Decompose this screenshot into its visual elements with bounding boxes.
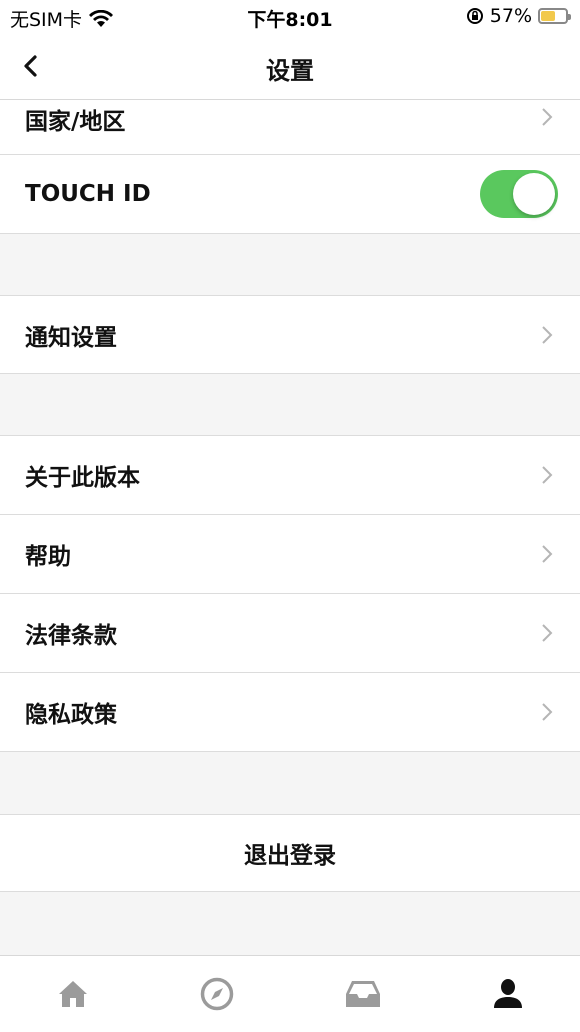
back-button[interactable] xyxy=(12,48,48,84)
chevron-left-icon xyxy=(24,55,37,77)
tab-inbox[interactable] xyxy=(343,974,383,1014)
tab-explore[interactable] xyxy=(197,974,237,1014)
settings-item-legal[interactable]: 法律条款 xyxy=(0,594,580,673)
logout-button[interactable]: 退出登录 xyxy=(0,814,580,892)
logout-label: 退出登录 xyxy=(244,843,336,869)
wifi-icon xyxy=(89,9,114,27)
section-spacer xyxy=(0,234,580,296)
status-bar: 无SIM卡 下午8:01 57% xyxy=(0,0,580,34)
settings-list: 国家/地区 TOUCH ID 通知设置 关于此版本 帮助 法律条款 隐私政策 退… xyxy=(0,100,580,892)
settings-item-help[interactable]: 帮助 xyxy=(0,515,580,594)
settings-item-about[interactable]: 关于此版本 xyxy=(0,436,580,515)
settings-item-privacy[interactable]: 隐私政策 xyxy=(0,673,580,752)
chevron-right-icon xyxy=(542,325,553,344)
chevron-right-icon xyxy=(542,703,553,721)
compass-icon xyxy=(200,977,234,1011)
navigation-bar: 设置 xyxy=(0,34,580,100)
settings-item-touch-id: TOUCH ID xyxy=(0,155,580,234)
profile-icon xyxy=(494,979,522,1008)
tab-home[interactable] xyxy=(53,974,93,1014)
settings-item-label: 帮助 xyxy=(25,544,71,570)
settings-item-label: 国家/地区 xyxy=(25,109,126,135)
settings-item-notifications[interactable]: 通知设置 xyxy=(0,296,580,374)
chevron-right-icon xyxy=(542,545,553,563)
section-spacer xyxy=(0,374,580,436)
status-right: 57% xyxy=(466,5,571,27)
page-title: 设置 xyxy=(266,57,314,85)
home-icon xyxy=(59,981,87,1007)
settings-item-label: 隐私政策 xyxy=(25,702,117,728)
settings-item-country[interactable]: 国家/地区 xyxy=(0,100,580,155)
settings-item-label: 关于此版本 xyxy=(25,465,140,491)
battery-icon xyxy=(538,8,571,24)
tab-profile[interactable] xyxy=(488,974,528,1014)
touch-id-toggle[interactable] xyxy=(480,170,558,218)
battery-percent: 57% xyxy=(489,5,532,27)
status-left: 无SIM卡 xyxy=(10,5,114,32)
settings-item-label: 法律条款 xyxy=(25,623,117,649)
settings-item-label: TOUCH ID xyxy=(25,181,151,207)
toggle-knob xyxy=(513,173,555,215)
inbox-icon xyxy=(346,981,380,1007)
section-spacer xyxy=(0,752,580,814)
chevron-right-icon xyxy=(542,466,553,484)
chevron-right-icon xyxy=(542,624,553,642)
tab-bar xyxy=(0,955,580,1032)
settings-item-label: 通知设置 xyxy=(25,324,117,351)
carrier-label: 无SIM卡 xyxy=(10,9,83,31)
settings-screen: 无SIM卡 下午8:01 57% 设置 国家/地区 TOUCH ID 通知设置 … xyxy=(0,0,580,1032)
orientation-lock-icon xyxy=(466,8,483,24)
chevron-right-icon xyxy=(542,108,553,126)
battery-level xyxy=(541,11,555,21)
